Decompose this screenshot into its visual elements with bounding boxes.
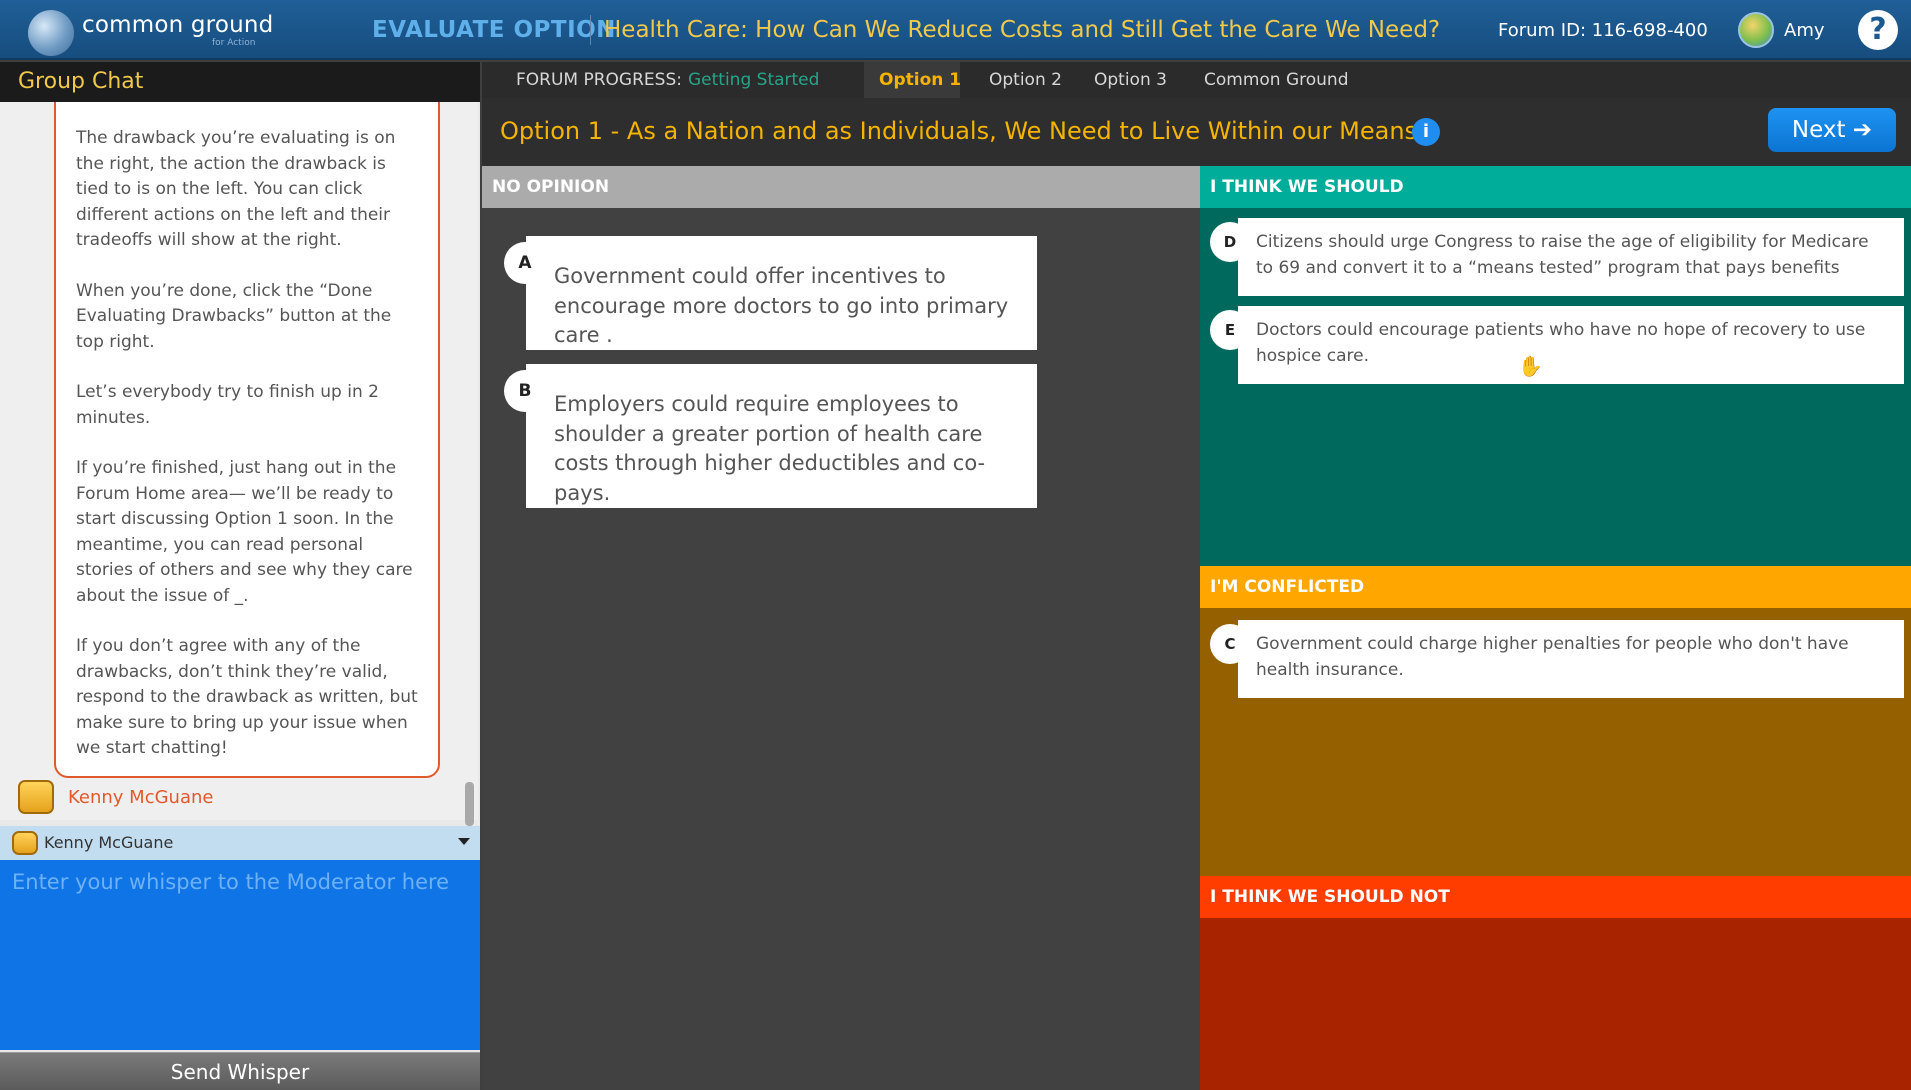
chat-message-paragraph: The drawback you’re evaluating is on the… — [76, 128, 396, 250]
chat-message-paragraph: If you don’t agree with any of the drawb… — [76, 636, 418, 758]
option-title: Option 1 - As a Nation and as Individual… — [500, 117, 1418, 145]
card-text: Citizens should urge Congress to raise t… — [1256, 232, 1869, 278]
hand-cursor-icon: ✋ — [1518, 354, 1543, 378]
card-letter-badge: C — [1210, 624, 1250, 664]
recipient-select[interactable]: Kenny McGuane — [0, 826, 480, 860]
logo-icon — [28, 10, 74, 56]
action-card-d[interactable]: D Citizens should urge Congress to raise… — [1210, 218, 1904, 296]
logo-subtext: for Action — [212, 38, 256, 48]
chat-scrollbar[interactable] — [465, 782, 474, 826]
card-text: Employers could require employees to sho… — [554, 392, 986, 505]
chevron-down-icon[interactable] — [458, 838, 470, 845]
progress-step-common-ground[interactable]: Common Ground — [1204, 70, 1349, 90]
chat-title: Group Chat — [0, 62, 480, 102]
card-letter-badge: A — [504, 242, 546, 284]
card-letter-badge: B — [504, 370, 546, 412]
action-card-c[interactable]: C Government could charge higher penalti… — [1210, 620, 1904, 698]
group-chat-panel: Group Chat The drawback you’re evaluatin… — [0, 62, 480, 1090]
action-card-b[interactable]: B Employers could require employees to s… — [504, 364, 1037, 508]
no-opinion-column: NO OPINION A Government could offer ince… — [482, 166, 1200, 1090]
next-button[interactable]: Next ➔ — [1768, 108, 1896, 152]
top-bar: common ground for Action EVALUATE OPTION… — [0, 0, 1911, 60]
card-letter-badge: E — [1210, 310, 1250, 350]
progress-label: FORUM PROGRESS: — [516, 70, 682, 90]
send-whisper-button[interactable]: Send Whisper — [0, 1052, 480, 1090]
option-header: Option 1 - As a Nation and as Individual… — [482, 98, 1911, 166]
user-avatar-icon — [12, 831, 38, 855]
logo-text: common ground — [82, 12, 274, 38]
chat-message-paragraph: When you’re done, click the “Done Evalua… — [76, 280, 392, 352]
progress-step-option-3[interactable]: Option 3 — [1094, 70, 1167, 90]
help-icon[interactable]: ? — [1858, 10, 1898, 50]
section-label: EVALUATE OPTION — [372, 17, 616, 43]
should-not-header: I THINK WE SHOULD NOT — [1200, 876, 1911, 918]
user-avatar-icon — [18, 780, 54, 814]
chat-message-paragraph: If you’re finished, just hang out in the… — [76, 458, 413, 606]
card-text: Government could charge higher penalties… — [1256, 634, 1849, 680]
whisper-input[interactable] — [0, 860, 480, 1050]
card-text: Doctors could encourage patients who hav… — [1256, 320, 1866, 366]
no-opinion-header: NO OPINION — [482, 166, 1200, 208]
progress-step-option-2[interactable]: Option 2 — [989, 70, 1062, 90]
progress-step-getting-started[interactable]: Getting Started — [688, 70, 819, 90]
recipient-name: Kenny McGuane — [44, 833, 174, 852]
should-header: I THINK WE SHOULD — [1200, 166, 1911, 208]
chat-message-list[interactable]: The drawback you’re evaluating is on the… — [0, 102, 478, 820]
should-not-drop-zone[interactable]: I THINK WE SHOULD NOT — [1200, 876, 1911, 1090]
forum-progress-bar: FORUM PROGRESS: Getting Started Option 1… — [482, 62, 1911, 98]
app-window: common ground for Action EVALUATE OPTION… — [0, 0, 1911, 1090]
conflicted-drop-zone[interactable]: I'M CONFLICTED C Government could charge… — [1200, 566, 1911, 876]
chat-message-bubble: The drawback you’re evaluating is on the… — [54, 102, 440, 778]
title-divider — [590, 15, 591, 45]
forum-title: Health Care: How Can We Reduce Costs and… — [604, 17, 1441, 43]
forum-id: Forum ID: 116-698-400 — [1498, 20, 1708, 41]
should-drop-zone[interactable]: I THINK WE SHOULD D Citizens should urge… — [1200, 166, 1911, 566]
action-card-a[interactable]: A Government could offer incentives to e… — [504, 236, 1037, 350]
card-text: Government could offer incentives to enc… — [554, 264, 1009, 347]
conflicted-header: I'M CONFLICTED — [1200, 566, 1911, 608]
info-icon[interactable]: i — [1412, 118, 1440, 146]
sender-name: Kenny McGuane — [68, 787, 214, 808]
user-name[interactable]: Amy — [1784, 20, 1825, 41]
chat-message-paragraph: Let’s everybody try to finish up in 2 mi… — [76, 382, 379, 428]
card-letter-badge: D — [1210, 222, 1250, 262]
progress-step-option-1[interactable]: Option 1 — [879, 70, 961, 90]
action-card-e[interactable]: E Doctors could encourage patients who h… — [1210, 306, 1904, 384]
user-avatar[interactable] — [1738, 12, 1774, 48]
